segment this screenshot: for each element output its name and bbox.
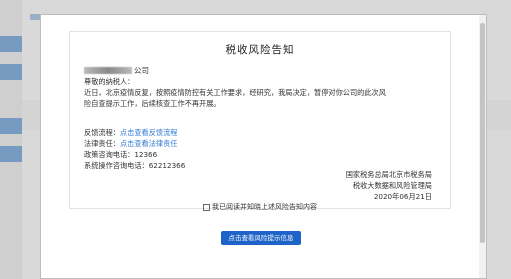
legal-row: 法律责任：点击查看法律责任 — [84, 139, 177, 149]
company-name: 公司 — [84, 65, 149, 76]
agree-row[interactable]: 我已阅读并知晓上述风险告知内容 — [70, 202, 450, 212]
paragraph-line: 险自查提示工作，后续核查工作不再开展。 — [84, 99, 221, 108]
paragraph-line: 近日，北京疫情反复，按照疫情防控有关工作要求，经研究，我局决定，暂停对你公司的此… — [84, 88, 386, 97]
feedback-label: 反馈流程： — [84, 128, 120, 137]
scrollbar-thumb[interactable] — [480, 23, 485, 243]
ops-row: 系统操作咨询电话：62212366 — [84, 161, 185, 171]
signature-date: 2020年06月21日 — [373, 192, 432, 201]
modal-scrollbar[interactable] — [479, 15, 486, 278]
feedback-link[interactable]: 点击查看反馈流程 — [120, 128, 178, 137]
notice-paragraph: 近日，北京疫情反复，按照疫情防控有关工作要求，经研究，我局决定，暂停对你公司的此… — [84, 87, 438, 109]
agree-checkbox[interactable] — [203, 203, 210, 211]
signature-line: 税收大数据和风险管理局 — [352, 181, 432, 190]
ops-value: 62212366 — [148, 161, 186, 170]
legal-label: 法律责任： — [84, 139, 120, 148]
company-suffix: 公司 — [134, 66, 149, 75]
notice-card: 税收风险告知 公司 尊敬的纳税人： 近日，北京疫情反复，按照疫情防控有关工作要求… — [69, 31, 451, 212]
background-sidebar-button — [0, 64, 22, 80]
hotline-label: 政策咨询电话： — [84, 150, 135, 159]
hotline-value: 12366 — [134, 150, 158, 159]
agree-label[interactable]: 我已阅读并知晓上述风险告知内容 — [212, 203, 317, 211]
redacted-company-name — [84, 67, 132, 74]
salutation: 尊敬的纳税人： — [84, 77, 135, 86]
background-sidebar-button — [0, 36, 22, 52]
notice-title: 税收风险告知 — [225, 44, 295, 56]
hotline-row: 政策咨询电话：12366 — [84, 150, 157, 160]
risk-notice-modal: 税收风险告知 公司 尊敬的纳税人： 近日，北京疫情反复，按照疫情防控有关工作要求… — [40, 14, 487, 279]
background-sidebar-button — [0, 118, 22, 134]
view-risk-tips-button[interactable]: 点击查看风险提示信息 — [221, 231, 301, 245]
legal-link[interactable]: 点击查看法律责任 — [120, 139, 178, 148]
ops-label: 系统操作咨询电话： — [84, 161, 149, 170]
signature-line: 国家税务总局北京市税务局 — [345, 170, 432, 179]
feedback-row: 反馈流程：点击查看反馈流程 — [84, 128, 177, 138]
background-sidebar — [0, 0, 22, 279]
background-sidebar-button — [0, 146, 22, 162]
